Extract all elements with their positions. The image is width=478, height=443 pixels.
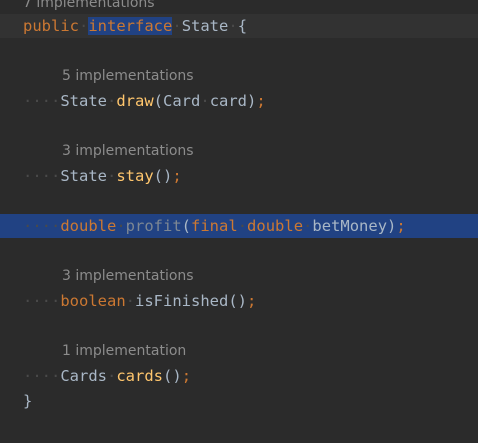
whitespace-dot: · [172, 17, 182, 35]
whitespace-dot: · [116, 217, 126, 235]
implementations-hint[interactable]: 1 implementation [0, 341, 478, 361]
whitespace-dot: · [228, 17, 238, 35]
implementations-hint[interactable]: 5 implementations [0, 66, 478, 86]
return-type: State [60, 167, 107, 185]
whitespace-dot: · [107, 167, 117, 185]
implementations-hint[interactable]: 3 implementations [0, 266, 478, 286]
whitespace-dot: · [200, 92, 210, 110]
param-type: double [247, 217, 304, 235]
method-name: profit [125, 217, 182, 235]
return-type: State [60, 92, 107, 110]
code-line-profit-selected[interactable]: ····double·profit(final·double·betMoney)… [0, 214, 478, 238]
close-brace: } [23, 392, 33, 410]
interface-name: State [181, 17, 229, 35]
implementations-hint[interactable]: 7 implementations [0, 0, 478, 13]
code-line-interface-declaration[interactable]: public·interface·State·{ [0, 14, 478, 38]
return-type: Cards [60, 367, 107, 385]
whitespace-dot: · [79, 17, 89, 35]
open-brace: { [237, 17, 248, 35]
keyword-interface: interface [88, 17, 173, 35]
whitespace-dot: · [237, 217, 248, 235]
code-line-draw[interactable]: ····State·draw(Card·card); [0, 89, 478, 113]
code-line-close-brace[interactable]: } [0, 389, 478, 413]
whitespace-dot: · [303, 217, 313, 235]
whitespace-dot: · [125, 292, 135, 310]
whitespace-dot: · [107, 92, 117, 110]
method-name: cards [116, 367, 164, 385]
code-line-isfinished[interactable]: ····boolean·isFinished(); [0, 289, 478, 313]
code-line-cards[interactable]: ····Cards·cards(); [0, 364, 478, 388]
return-type: boolean [60, 292, 126, 310]
code-line-stay[interactable]: ····State·stay(); [0, 164, 478, 188]
method-name: isFinished [135, 292, 229, 310]
return-type: double [60, 217, 117, 235]
method-name: draw [116, 92, 154, 110]
method-name: stay [116, 167, 154, 185]
param-name: betMoney [312, 217, 388, 235]
keyword-final: final [191, 217, 238, 235]
param-name: card [209, 92, 248, 110]
code-editor[interactable]: 7 implementations public·interface·State… [0, 0, 478, 443]
param-type: Card [163, 92, 201, 110]
implementations-hint[interactable]: 3 implementations [0, 141, 478, 161]
whitespace-dot: · [107, 367, 117, 385]
keyword-public: public [23, 17, 79, 35]
